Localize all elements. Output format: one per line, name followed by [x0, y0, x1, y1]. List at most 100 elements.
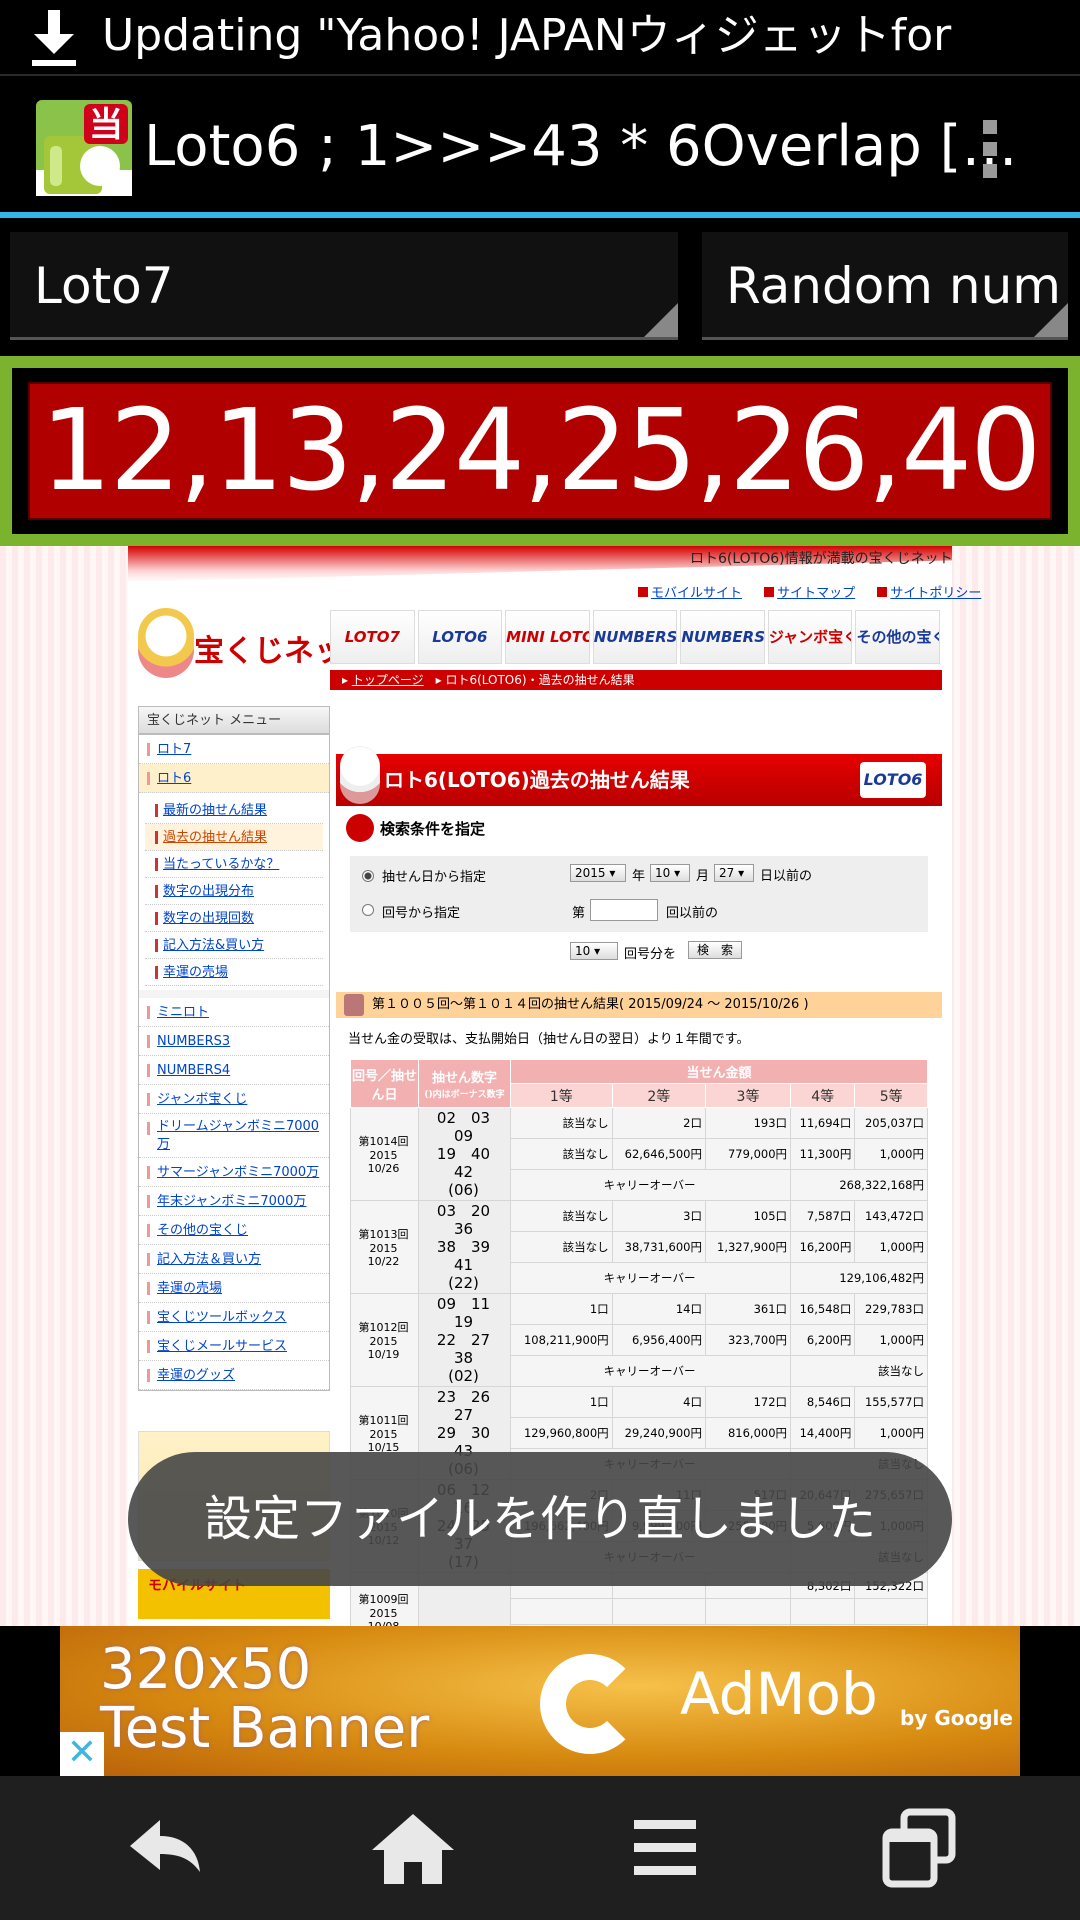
sidebar-item-mail[interactable]: 宝くじメールサービス	[139, 1332, 329, 1361]
loto6-badge: LOTO6	[860, 762, 926, 798]
sidebar-item-goods[interactable]: 幸運のグッズ	[139, 1361, 329, 1390]
sidebar-item-summer-jumbo[interactable]: サマージャンボミニ7000万	[139, 1158, 329, 1187]
top-link-sitemap[interactable]: サイトマップ	[764, 586, 855, 601]
sidebar-sub-frequency[interactable]: 数字の出現回数	[145, 905, 323, 932]
col-nums-note: ()内はボーナス数字	[424, 1089, 505, 1100]
sidebar-sub-distribution[interactable]: 数字の出現分布	[145, 878, 323, 905]
winner-count-cell: 2口	[611, 1107, 706, 1139]
action-bar: 当 Loto6 ; 1>>>43 * 6Overlap […	[0, 74, 1080, 214]
winning-numbers-cell: 02 03 09 19 40 42 (06)	[418, 1107, 511, 1201]
day-select[interactable]: 27 ▾	[714, 864, 754, 882]
winner-count-cell: 1口	[510, 1293, 613, 1325]
ad-close-icon[interactable]: ✕	[60, 1732, 104, 1776]
game-spinner[interactable]: Loto7	[10, 232, 678, 340]
radio-by-date[interactable]	[362, 870, 374, 882]
sidebar-item-numbers3[interactable]: NUMBERS3	[139, 1027, 329, 1056]
winner-count-cell: 4口	[611, 1386, 706, 1418]
recent-apps-icon[interactable]	[874, 1806, 964, 1890]
prize-amount-cell: 該当なし	[510, 1231, 613, 1263]
radio-by-round[interactable]	[362, 904, 374, 916]
prize-amount-cell: 108,211,900円	[510, 1324, 613, 1356]
back-icon[interactable]	[118, 1806, 208, 1890]
year-select[interactable]: 2015 ▾	[570, 864, 626, 882]
sidebar-item-yearend-jumbo[interactable]: 年末ジャンボミニ7000万	[139, 1187, 329, 1216]
payment-note: 当せん金の受取は、支払開始日（抽せん日の翌日）より１年間です。	[348, 1032, 750, 1047]
page-title: ロト6(LOTO6)過去の抽せん結果 LOTO6	[336, 746, 942, 806]
top-link-mobile[interactable]: モバイルサイト	[638, 586, 742, 601]
prize-amount-cell: 6,956,400円	[611, 1324, 706, 1356]
sidebar-menu: ロト7 ロト6 最新の抽せん結果 過去の抽せん結果 当たっているかな？ 数字の出…	[138, 734, 330, 1391]
sidebar-sub-latest[interactable]: 最新の抽せん結果	[145, 797, 323, 824]
home-icon[interactable]	[368, 1806, 458, 1890]
top-link-mobile-label[interactable]: モバイルサイト	[651, 586, 742, 601]
winner-count-cell: 172口	[704, 1386, 792, 1418]
search-heading: 検索条件を指定	[336, 812, 942, 846]
sidebar-sub-past[interactable]: 過去の抽せん結果	[145, 824, 323, 851]
spinner-corner-icon	[1034, 303, 1068, 337]
winner-count-cell: 16,548口	[790, 1293, 856, 1325]
round-number: 第1012回	[358, 1321, 409, 1334]
prize-amount-cell: 129,960,800円	[510, 1417, 613, 1449]
menu-icon[interactable]	[620, 1806, 710, 1890]
result-numbers[interactable]: 12,13,24,25,26,40	[28, 382, 1052, 520]
sidebar-item-howto[interactable]: 記入方法＆買い方	[139, 1245, 329, 1274]
top-link-policy-label[interactable]: サイトポリシー	[890, 586, 981, 601]
sidebar-item-numbers4[interactable]: NUMBERS4	[139, 1056, 329, 1085]
tab-numbers4[interactable]: NUMBERS4	[680, 610, 765, 664]
sidebar-sub-check[interactable]: 当たっているかな？	[145, 851, 323, 878]
carryover-amount: 129,106,482円	[790, 1262, 928, 1294]
count-row: 10 ▾ 回号分を 検 索	[336, 932, 942, 972]
round-cell: 第1014回 2015 10/26	[350, 1107, 419, 1201]
round-year: 2015	[369, 1428, 398, 1441]
prize-amount-cell: 323,700円	[704, 1324, 792, 1356]
round-year: 2015	[369, 1149, 398, 1162]
search-button[interactable]: 検 索	[688, 941, 742, 959]
winner-count-cell: 155,577口	[854, 1386, 928, 1418]
app-icon[interactable]: 当	[36, 100, 132, 196]
site-logo[interactable]: 宝くじネット	[138, 608, 374, 684]
sidebar-item-toolbox[interactable]: 宝くじツールボックス	[139, 1303, 329, 1332]
tab-jumbo[interactable]: ジャンボ宝くじ	[767, 610, 853, 664]
sidebar-item-dream-jumbo[interactable]: ドリームジャンボミニ7000万	[139, 1114, 329, 1158]
prize-amount-cell: 1,327,900円	[704, 1231, 792, 1263]
sidebar-item-loto6[interactable]: ロト6	[139, 764, 329, 793]
winner-count-cell: 361口	[704, 1293, 792, 1325]
tab-loto6[interactable]: LOTO6	[417, 610, 503, 664]
tab-miniloto[interactable]: MINI LOTO	[505, 610, 590, 664]
sidebar-item-jumbo[interactable]: ジャンボ宝くじ	[139, 1085, 329, 1114]
prize-amount-cell: 6,200円	[790, 1324, 856, 1356]
top-link-policy[interactable]: サイトポリシー	[877, 586, 981, 601]
mode-spinner[interactable]: Random num	[702, 232, 1068, 340]
site-tagline: ロト6(LOTO6)情報が満載の宝くじネット	[690, 551, 953, 567]
round-input[interactable]	[590, 899, 658, 921]
breadcrumb-top-link[interactable]: トップページ	[352, 673, 424, 687]
overflow-menu-icon[interactable]	[980, 120, 1000, 180]
sidebar-item-other[interactable]: その他の宝くじ	[139, 1216, 329, 1245]
prize-amount-cell	[854, 1598, 928, 1625]
sidebar-item-loto7[interactable]: ロト7	[139, 735, 329, 764]
ad-banner[interactable]: 320x50 Test Banner AdMob by Google	[60, 1626, 1020, 1776]
sidebar-sub-howto[interactable]: 記入方法&買い方	[145, 932, 323, 959]
sidebar-sub-shops[interactable]: 幸運の売場	[145, 959, 323, 986]
spinner-corner-icon	[644, 303, 678, 337]
prize-amount-cell: 1,000円	[854, 1417, 928, 1449]
sidebar-item-shops[interactable]: 幸運の売場	[139, 1274, 329, 1303]
winner-count-cell: 229,783口	[854, 1293, 928, 1325]
table-row: 第1011回201510/1523 26 2729 30 43(06)1口4口1…	[350, 1386, 928, 1480]
winning-numbers-line1: 02 03 09	[436, 1109, 506, 1145]
tab-loto7[interactable]: LOTO7	[330, 610, 415, 664]
table-row: 第1012回 2015 10/19 09 11 19 22 27 38 (02) 1口 14口…	[350, 1293, 928, 1387]
round-suffix: 回以前の	[666, 906, 719, 921]
sidebar-item-miniloto[interactable]: ミニロト	[139, 998, 329, 1027]
count-select[interactable]: 10 ▾	[570, 942, 618, 960]
carryover-amount: 該当なし	[790, 1355, 928, 1387]
col-rank1: 1等	[510, 1083, 613, 1108]
top-link-sitemap-label[interactable]: サイトマップ	[777, 586, 855, 601]
page-title-text: ロト6(LOTO6)過去の抽せん結果	[384, 768, 690, 792]
bonus-number: (02)	[448, 1367, 479, 1385]
tab-other[interactable]: その他の宝くじ	[855, 610, 941, 664]
toast-message: 設定ファイルを作り直しました	[128, 1452, 952, 1586]
bonus-number: (22)	[448, 1274, 479, 1292]
tab-numbers3[interactable]: NUMBERS3	[592, 610, 678, 664]
month-select[interactable]: 10 ▾	[650, 864, 690, 882]
